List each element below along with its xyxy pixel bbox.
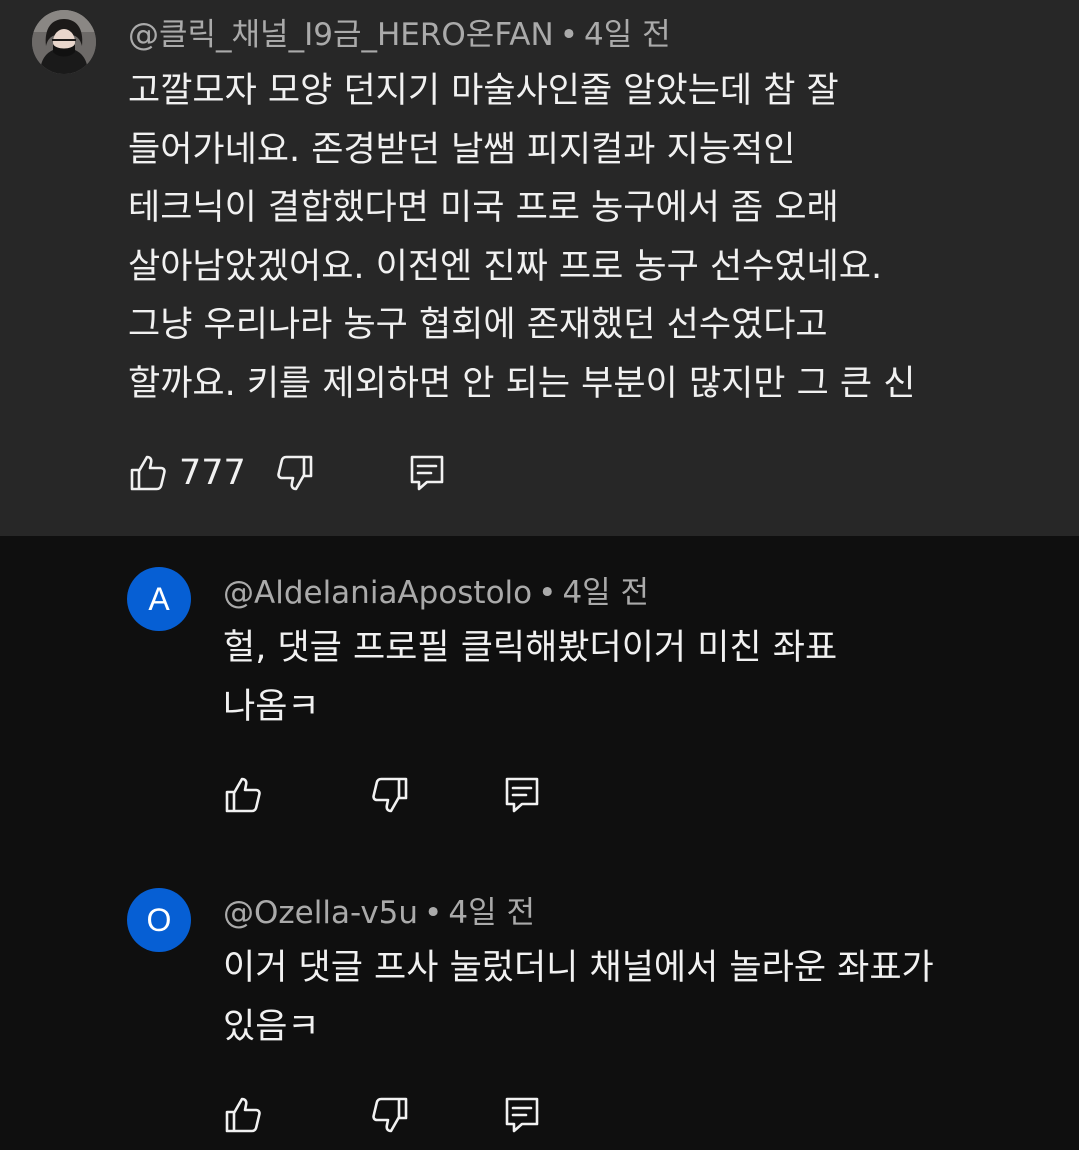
comment-text: 헐, 댓글 프로필 클릭해봤더이거 미친 좌표 나옴ㅋ [223,619,837,736]
like-button[interactable] [223,775,263,815]
thumbs-up-icon [128,453,168,493]
comment-line: 헐, 댓글 프로필 클릭해봤더이거 미친 좌표 [223,628,838,668]
comment-time[interactable]: 4일 전 [562,575,649,611]
comment-line: 살아남았겠어요. 이전엔 진짜 프로 농구 선수였네요. [128,246,883,287]
comment-meta: @Ozella-v5u • 4일 전 [223,893,535,933]
reply-button[interactable] [407,453,447,493]
like-button[interactable] [223,1095,263,1135]
comment-author[interactable]: @Ozella-v5u [223,895,418,931]
thumbs-down-icon [370,775,410,815]
highlighted-comment: @클릭_채널_I9금_HERO온FAN • 4일 전 고깔모자 모양 던지기 마술사… [0,0,1079,536]
dislike-button[interactable] [370,775,410,815]
thumbs-down-icon [370,1095,410,1135]
comment-line: 이거 댓글 프사 눌렀더니 채널에서 놀라운 좌표가 [223,948,934,988]
comment-time[interactable]: 4일 전 [584,17,671,53]
meta-separator: • [424,895,443,931]
avatar[interactable]: A [127,567,191,631]
reply-button[interactable] [502,775,542,815]
comment-text: 고깔모자 모양 던지기 마술사인줄 알았는데 참 잘 들어가네요. 존경받던 날… [128,62,915,414]
comment-line: 나옴ㅋ [223,686,320,727]
thumbs-down-icon [275,453,315,493]
profile-photo-icon [32,10,96,74]
meta-separator: • [559,17,579,53]
comment-line: 그냥 우리나라 농구 협회에 존재했던 선수였다고 [128,305,828,346]
comment-text: 이거 댓글 프사 눌렀더니 채널에서 놀라운 좌표가 있음ㅋ [223,939,934,1056]
avatar[interactable]: O [127,888,191,952]
dislike-button[interactable] [370,1095,410,1135]
reply-comment-icon [407,453,447,493]
comment-author[interactable]: @AldelaniaApostolo [223,575,532,611]
reply-button[interactable] [502,1095,542,1135]
comment-line: 테크닉이 결합했다면 미국 프로 농구에서 좀 오래 [128,188,839,229]
comment-time[interactable]: 4일 전 [448,895,535,931]
like-button[interactable] [128,453,168,493]
comment-line: 고깔모자 모양 던지기 마술사인줄 알았는데 참 잘 [128,71,839,111]
comment-line: 있음ㅋ [223,1006,320,1047]
dislike-button[interactable] [275,453,315,493]
comment-thread: @클릭_채널_I9금_HERO온FAN • 4일 전 고깔모자 모양 던지기 마술사… [0,0,1079,1150]
thumbs-up-icon [223,775,263,815]
thumbs-up-icon [223,1095,263,1135]
reply-comment-icon [502,775,542,815]
comment-line: 할까요. 키를 제외하면 안 되는 부분이 많지만 그 큰 신 [128,363,916,404]
comment-meta: @클릭_채널_I9금_HERO온FAN • 4일 전 [128,15,671,55]
profile-photo-avatar[interactable] [32,10,96,74]
comment-meta: @AldelaniaApostolo • 4일 전 [223,573,649,613]
meta-separator: • [538,575,557,611]
like-count: 777 [179,453,246,493]
comment-line: 들어가네요. 존경받던 날쌤 피지컬과 지능적인 [128,129,796,170]
reply-comment-icon [502,1095,542,1135]
comment-author[interactable]: @클릭_채널_I9금_HERO온FAN [128,17,554,53]
